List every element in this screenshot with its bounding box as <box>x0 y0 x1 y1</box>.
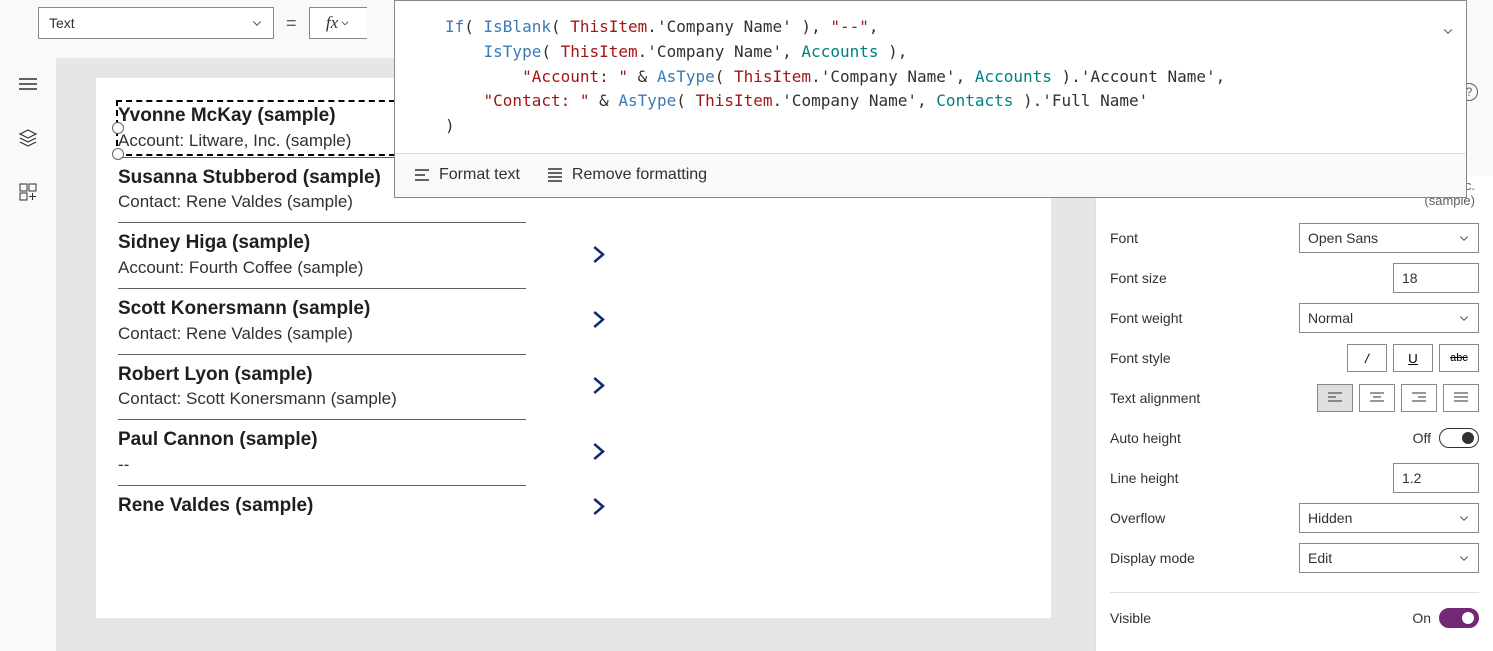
list-item-subtitle: Account: Fourth Coffee (sample) <box>118 258 526 278</box>
visible-toggle[interactable] <box>1439 608 1479 628</box>
format-text-label: Format text <box>439 166 520 184</box>
line-height-input[interactable]: 1.2 <box>1393 463 1479 493</box>
align-center-button[interactable] <box>1359 384 1395 412</box>
prop-fontweight-label: Font weight <box>1110 310 1182 326</box>
auto-height-toggle[interactable] <box>1439 428 1479 448</box>
prop-font-label: Font <box>1110 230 1138 246</box>
font-size-input[interactable]: 18 <box>1393 263 1479 293</box>
insert-icon[interactable] <box>16 180 40 204</box>
chevron-down-icon <box>1458 312 1470 324</box>
overflow-select[interactable]: Hidden <box>1299 503 1479 533</box>
font-size-value: 18 <box>1402 270 1418 286</box>
font-weight-select[interactable]: Normal <box>1299 303 1479 333</box>
align-right-button[interactable] <box>1401 384 1437 412</box>
list-item-subtitle: Contact: Scott Konersmann (sample) <box>118 389 526 409</box>
prop-visible-label: Visible <box>1110 610 1151 626</box>
chevron-right-icon[interactable] <box>588 497 608 520</box>
italic-button[interactable]: / <box>1347 344 1387 372</box>
display-mode-select[interactable]: Edit <box>1299 543 1479 573</box>
font-select[interactable]: Open Sans <box>1299 223 1479 253</box>
left-nav-rail <box>0 58 56 651</box>
formula-code[interactable]: If( IsBlank( ThisItem.'Company Name' ), … <box>395 1 1466 153</box>
align-left-button[interactable] <box>1317 384 1353 412</box>
equals-sign: = <box>286 13 297 34</box>
prop-autoheight-label: Auto height <box>1110 430 1181 446</box>
underline-button[interactable]: U <box>1393 344 1433 372</box>
property-selector-value: Text <box>49 15 75 31</box>
strikethrough-button[interactable]: abc <box>1439 344 1479 372</box>
fx-button[interactable]: fx <box>309 7 367 39</box>
formula-editor[interactable]: If( IsBlank( ThisItem.'Company Name' ), … <box>394 0 1467 198</box>
remove-formatting-label: Remove formatting <box>572 166 707 184</box>
chevron-right-icon[interactable] <box>588 244 608 267</box>
auto-height-value: Off <box>1413 430 1431 446</box>
chevron-down-icon <box>340 18 350 28</box>
list-item[interactable]: Rene Valdes (sample) <box>118 486 526 531</box>
list-item[interactable]: Paul Cannon (sample)-- <box>118 420 526 486</box>
font-weight-value: Normal <box>1308 310 1353 326</box>
prop-displaymode-label: Display mode <box>1110 550 1195 566</box>
remove-formatting-button[interactable]: Remove formatting <box>542 162 711 188</box>
chevron-down-icon <box>251 17 263 29</box>
list-item-subtitle: Contact: Rene Valdes (sample) <box>118 324 526 344</box>
property-selector[interactable]: Text <box>38 7 274 39</box>
chevron-right-icon[interactable] <box>588 310 608 333</box>
chevron-down-icon[interactable] <box>1442 25 1454 37</box>
list-item-title: Paul Cannon (sample) <box>118 428 526 453</box>
format-text-icon <box>413 166 431 184</box>
prop-lineheight-label: Line height <box>1110 470 1179 486</box>
list-item-subtitle: -- <box>118 455 526 475</box>
list-item-title: Robert Lyon (sample) <box>118 363 526 388</box>
list-item[interactable]: Scott Konersmann (sample)Contact: Rene V… <box>118 289 526 355</box>
text-align-group <box>1317 384 1479 412</box>
prop-fontstyle-label: Font style <box>1110 350 1171 366</box>
format-text-button[interactable]: Format text <box>409 162 524 188</box>
list-item[interactable]: Sidney Higa (sample)Account: Fourth Coff… <box>118 223 526 289</box>
visible-value: On <box>1412 610 1431 626</box>
list-item-title: Sidney Higa (sample) <box>118 231 526 256</box>
chevron-down-icon <box>1458 232 1470 244</box>
overflow-value: Hidden <box>1308 510 1352 526</box>
font-style-group: / U abc <box>1347 344 1479 372</box>
chevron-down-icon <box>1458 512 1470 524</box>
chevron-right-icon[interactable] <box>588 376 608 399</box>
remove-formatting-icon <box>546 166 564 184</box>
properties-panel: Text Account: Litware, Inc. (sample) Fon… <box>1095 176 1493 651</box>
layers-icon[interactable] <box>16 126 40 150</box>
font-select-value: Open Sans <box>1308 230 1378 246</box>
list-item[interactable]: Robert Lyon (sample)Contact: Scott Koner… <box>118 355 526 421</box>
display-mode-value: Edit <box>1308 550 1332 566</box>
prop-fontsize-label: Font size <box>1110 270 1167 286</box>
chevron-right-icon[interactable] <box>588 441 608 464</box>
prop-align-label: Text alignment <box>1110 390 1200 406</box>
formula-toolbar: Format text Remove formatting <box>395 153 1466 197</box>
list-item-title: Scott Konersmann (sample) <box>118 297 526 322</box>
tree-view-icon[interactable] <box>16 72 40 96</box>
list-item-title: Rene Valdes (sample) <box>118 494 526 519</box>
fx-icon: fx <box>326 13 338 33</box>
prop-overflow-label: Overflow <box>1110 510 1165 526</box>
chevron-down-icon <box>1458 552 1470 564</box>
line-height-value: 1.2 <box>1402 470 1421 486</box>
align-justify-button[interactable] <box>1443 384 1479 412</box>
